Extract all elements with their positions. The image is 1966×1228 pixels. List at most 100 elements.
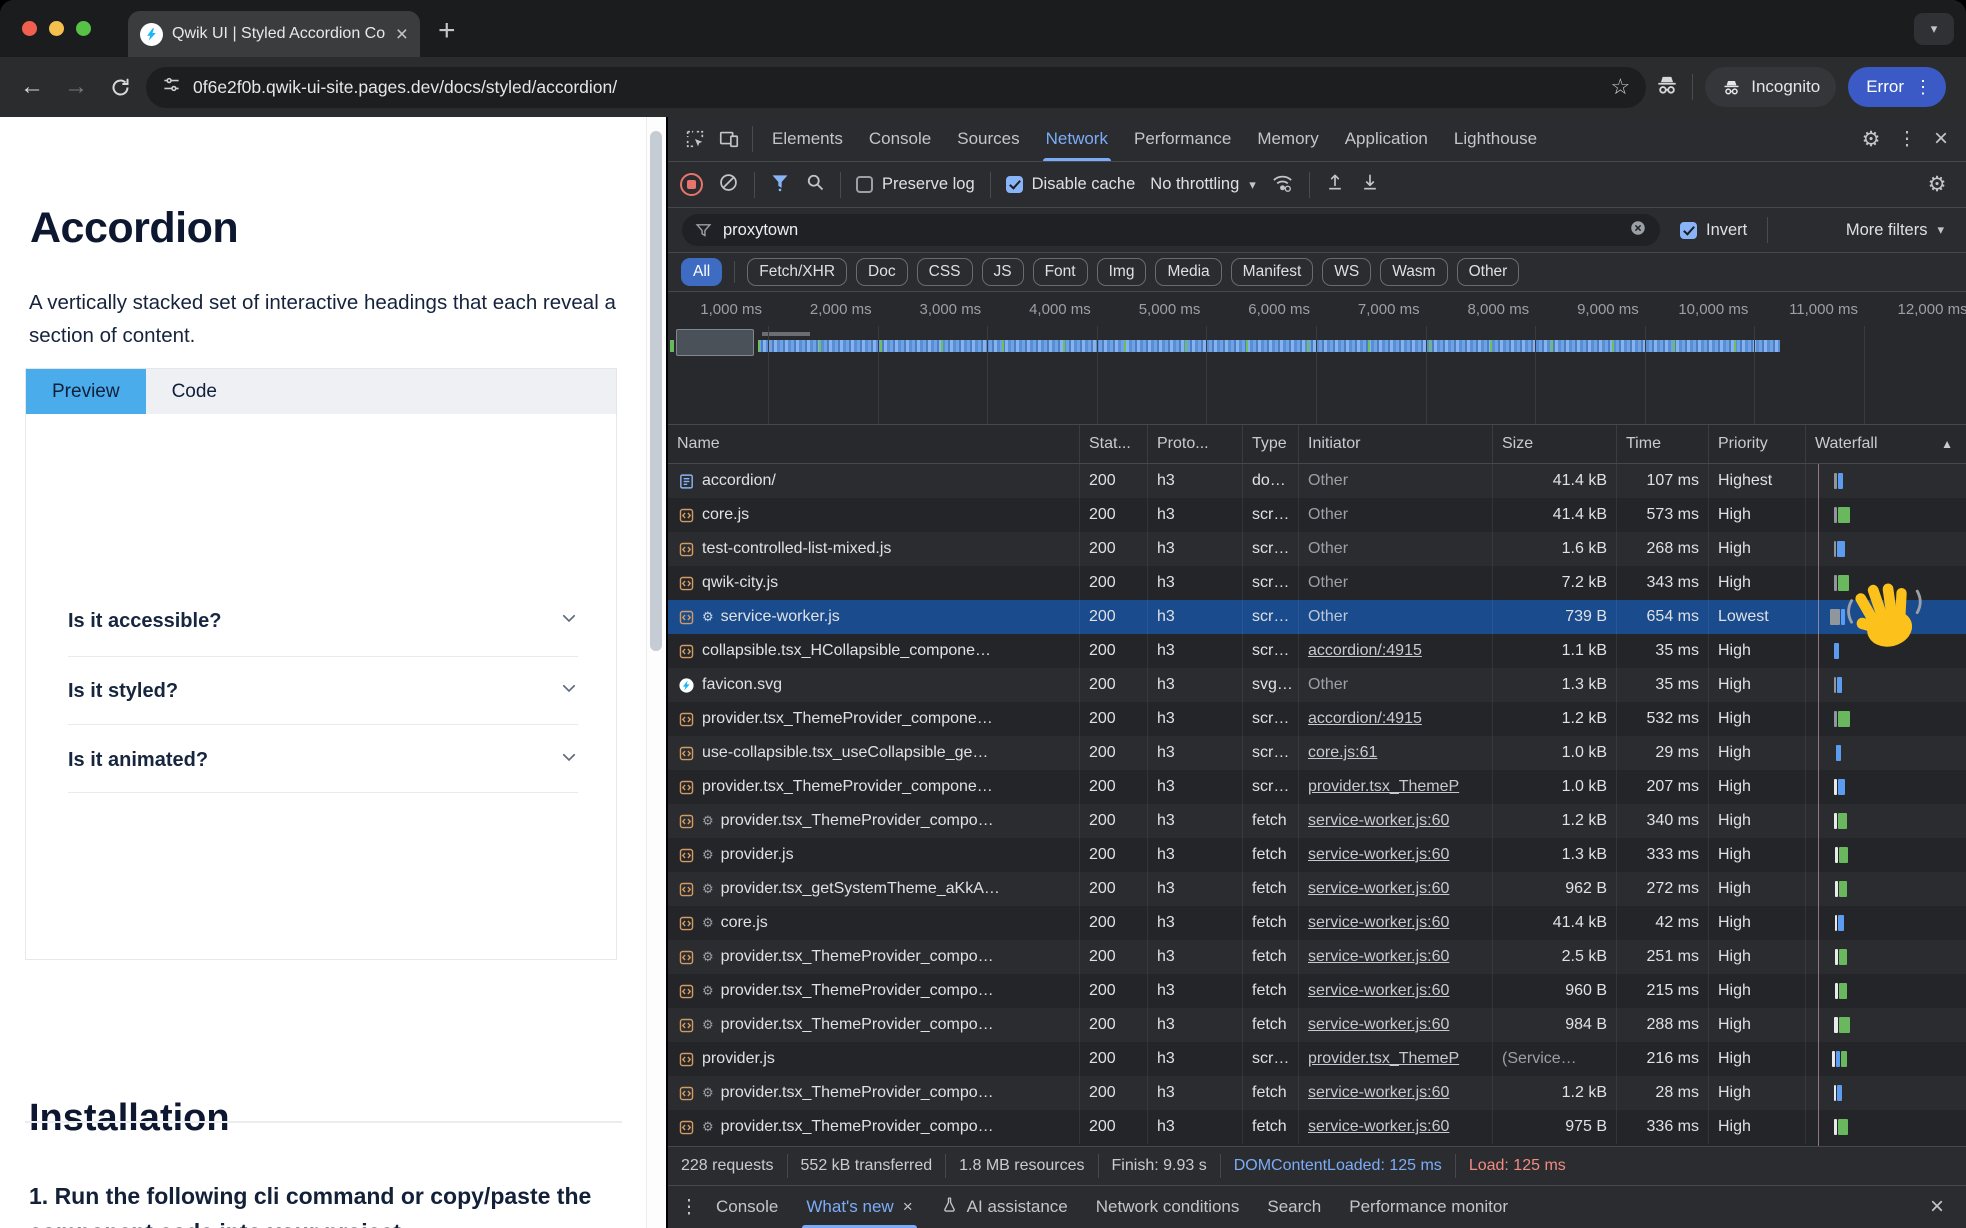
waterfall-divider-line[interactable] bbox=[1818, 464, 1819, 1146]
page-scrollbar[interactable] bbox=[646, 117, 666, 1228]
column-header-size[interactable]: Size bbox=[1493, 425, 1617, 463]
initiator-cell[interactable]: provider.tsx_ThemeP bbox=[1299, 1042, 1493, 1076]
column-header-type[interactable]: Type bbox=[1243, 425, 1299, 463]
initiator-cell[interactable]: accordion/:4915 bbox=[1299, 702, 1493, 736]
column-header-waterfall[interactable]: Waterfall▲ bbox=[1806, 425, 1966, 463]
initiator-link[interactable]: accordion/:4915 bbox=[1308, 642, 1422, 660]
initiator-cell[interactable]: service-worker.js:60 bbox=[1299, 804, 1493, 838]
filter-input[interactable]: proxytown bbox=[682, 214, 1660, 246]
drawer-tab-search[interactable]: Search bbox=[1253, 1186, 1335, 1228]
initiator-cell[interactable]: provider.tsx_ThemeP bbox=[1299, 770, 1493, 804]
table-row[interactable]: ⚙provider.tsx_ThemeProvider_compo…200h3f… bbox=[668, 940, 1966, 974]
initiator-cell[interactable]: service-worker.js:60 bbox=[1299, 1076, 1493, 1110]
drawer-tab-console[interactable]: Console bbox=[702, 1186, 792, 1228]
initiator-link[interactable]: service-worker.js:60 bbox=[1308, 982, 1449, 1000]
initiator-cell[interactable]: core.js:61 bbox=[1299, 736, 1493, 770]
drawer-tab-network-conditions[interactable]: Network conditions bbox=[1082, 1186, 1254, 1228]
initiator-link[interactable]: service-worker.js:60 bbox=[1308, 1016, 1449, 1034]
initiator-cell[interactable]: service-worker.js:60 bbox=[1299, 940, 1493, 974]
request-name-cell[interactable]: ⚙provider.tsx_ThemeProvider_compo… bbox=[668, 804, 1080, 838]
drawer-tab-ai-assistance[interactable]: AI assistance bbox=[927, 1186, 1082, 1228]
accordion-trigger[interactable]: Is it animated? bbox=[68, 740, 578, 780]
request-name-cell[interactable]: qwik-city.js bbox=[668, 566, 1080, 600]
table-row[interactable]: ⚙provider.tsx_ThemeProvider_compo…200h3f… bbox=[668, 1110, 1966, 1144]
column-header-priority[interactable]: Priority bbox=[1709, 425, 1806, 463]
incognito-badge[interactable]: Incognito bbox=[1705, 67, 1836, 107]
request-name-cell[interactable]: provider.tsx_ThemeProvider_compone… bbox=[668, 770, 1080, 804]
initiator-cell[interactable]: service-worker.js:60 bbox=[1299, 838, 1493, 872]
close-window-button[interactable] bbox=[22, 21, 37, 36]
devtools-close-icon[interactable]: × bbox=[1926, 127, 1956, 151]
address-bar[interactable]: 0f6e2f0b.qwik-ui-site.pages.dev/docs/sty… bbox=[146, 67, 1646, 108]
preserve-log-toggle[interactable]: Preserve log bbox=[856, 175, 975, 194]
waterfall-cell[interactable] bbox=[1806, 566, 1966, 600]
initiator-cell[interactable]: service-worker.js:60 bbox=[1299, 872, 1493, 906]
filter-chip-wasm[interactable]: Wasm bbox=[1380, 258, 1447, 286]
table-row[interactable]: provider.js200h3scr…provider.tsx_ThemeP(… bbox=[668, 1042, 1966, 1076]
devtools-tab-lighthouse[interactable]: Lighthouse bbox=[1441, 117, 1550, 161]
initiator-cell[interactable]: service-worker.js:60 bbox=[1299, 906, 1493, 940]
table-row[interactable]: ⚙provider.tsx_ThemeProvider_compo…200h3f… bbox=[668, 1076, 1966, 1110]
network-overview-timeline[interactable]: 1,000 ms2,000 ms3,000 ms4,000 ms5,000 ms… bbox=[668, 292, 1966, 425]
network-settings-gear-icon[interactable]: ⚙ bbox=[1920, 170, 1954, 200]
devtools-tab-sources[interactable]: Sources bbox=[944, 117, 1032, 161]
waterfall-cell[interactable] bbox=[1806, 1110, 1966, 1144]
column-header-time[interactable]: Time bbox=[1617, 425, 1709, 463]
tab-preview[interactable]: Preview bbox=[26, 369, 146, 414]
request-name-cell[interactable]: ⚙provider.tsx_ThemeProvider_compo… bbox=[668, 974, 1080, 1008]
waterfall-cell[interactable] bbox=[1806, 838, 1966, 872]
table-row[interactable]: core.js200h3scr…Other41.4 kB573 msHigh bbox=[668, 498, 1966, 532]
url-text[interactable]: 0f6e2f0b.qwik-ui-site.pages.dev/docs/sty… bbox=[193, 77, 1598, 98]
filter-chip-js[interactable]: JS bbox=[982, 258, 1024, 286]
waterfall-cell[interactable] bbox=[1806, 532, 1966, 566]
table-row[interactable]: ⚙provider.tsx_ThemeProvider_compo…200h3f… bbox=[668, 804, 1966, 838]
tab-search-chevron-icon[interactable]: ▾ bbox=[1914, 13, 1954, 45]
table-row[interactable]: use-collapsible.tsx_useCollapsible_ge…20… bbox=[668, 736, 1966, 770]
overview-selection-box[interactable] bbox=[676, 329, 754, 356]
waterfall-cell[interactable] bbox=[1806, 770, 1966, 804]
drawer-tab-close-icon[interactable]: × bbox=[903, 1197, 913, 1217]
initiator-link[interactable]: service-worker.js:60 bbox=[1308, 914, 1449, 932]
preserve-log-checkbox[interactable] bbox=[856, 176, 873, 193]
drawer-close-icon[interactable]: × bbox=[1930, 1195, 1958, 1219]
filter-chip-media[interactable]: Media bbox=[1155, 258, 1221, 286]
filter-chip-other[interactable]: Other bbox=[1457, 258, 1520, 286]
clear-filter-icon[interactable] bbox=[1629, 219, 1647, 242]
devtools-tab-elements[interactable]: Elements bbox=[759, 117, 856, 161]
request-name-cell[interactable]: core.js bbox=[668, 498, 1080, 532]
record-network-log-icon[interactable] bbox=[680, 173, 703, 196]
waterfall-cell[interactable] bbox=[1806, 906, 1966, 940]
drawer-tab-what-s-new[interactable]: What's new× bbox=[792, 1186, 926, 1228]
initiator-link[interactable]: service-worker.js:60 bbox=[1308, 880, 1449, 898]
zoom-window-button[interactable] bbox=[76, 21, 91, 36]
table-row[interactable]: favicon.svg200h3svg…Other1.3 kB35 msHigh bbox=[668, 668, 1966, 702]
waterfall-cell[interactable] bbox=[1806, 668, 1966, 702]
search-icon[interactable] bbox=[805, 172, 825, 197]
waterfall-cell[interactable] bbox=[1806, 1042, 1966, 1076]
waterfall-cell[interactable] bbox=[1806, 1076, 1966, 1110]
minimize-window-button[interactable] bbox=[49, 21, 64, 36]
initiator-cell[interactable]: service-worker.js:60 bbox=[1299, 1110, 1493, 1144]
settings-gear-icon[interactable]: ⚙ bbox=[1854, 124, 1888, 154]
table-row[interactable]: qwik-city.js200h3scr…Other7.2 kB343 msHi… bbox=[668, 566, 1966, 600]
waterfall-cell[interactable] bbox=[1806, 940, 1966, 974]
devtools-tab-console[interactable]: Console bbox=[856, 117, 944, 161]
filter-chip-all[interactable]: All bbox=[681, 258, 722, 286]
column-header-initiator[interactable]: Initiator bbox=[1299, 425, 1493, 463]
waterfall-cell[interactable] bbox=[1806, 1008, 1966, 1042]
table-row[interactable]: test-controlled-list-mixed.js200h3scr…Ot… bbox=[668, 532, 1966, 566]
accordion-trigger[interactable]: Is it accessible? bbox=[68, 601, 578, 641]
request-name-cell[interactable]: test-controlled-list-mixed.js bbox=[668, 532, 1080, 566]
table-row[interactable]: provider.tsx_ThemeProvider_compone…200h3… bbox=[668, 770, 1966, 804]
request-name-cell[interactable]: ⚙provider.tsx_getSystemTheme_aKkA… bbox=[668, 872, 1080, 906]
filter-chip-manifest[interactable]: Manifest bbox=[1231, 258, 1314, 286]
device-toolbar-icon[interactable] bbox=[712, 124, 746, 154]
request-name-cell[interactable]: ⚙provider.tsx_ThemeProvider_compo… bbox=[668, 1008, 1080, 1042]
request-name-cell[interactable]: accordion/ bbox=[668, 464, 1080, 498]
filter-chip-ws[interactable]: WS bbox=[1322, 258, 1371, 286]
waterfall-cell[interactable] bbox=[1806, 872, 1966, 906]
initiator-cell[interactable]: service-worker.js:60 bbox=[1299, 1008, 1493, 1042]
request-name-cell[interactable]: use-collapsible.tsx_useCollapsible_ge… bbox=[668, 736, 1080, 770]
disable-cache-toggle[interactable]: Disable cache bbox=[1006, 175, 1136, 194]
error-menu-kebab-icon[interactable]: ⋮ bbox=[1914, 77, 1932, 98]
